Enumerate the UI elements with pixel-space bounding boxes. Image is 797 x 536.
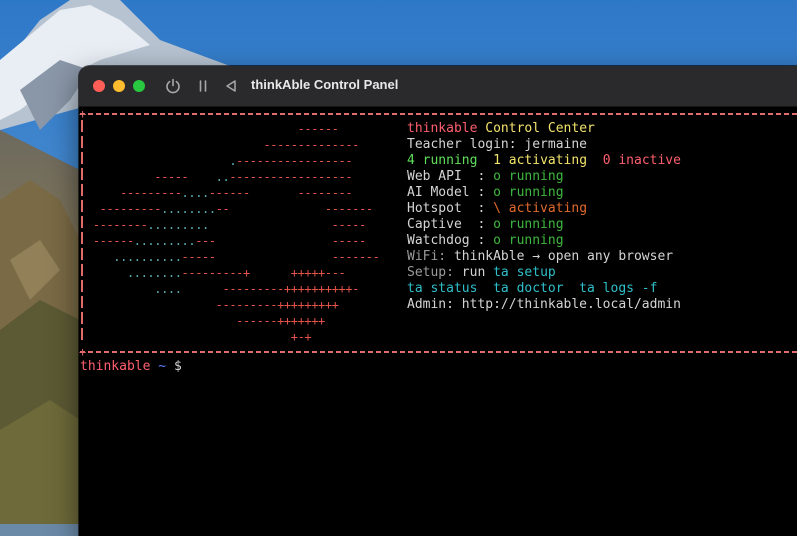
wifi-hint: WiFi: thinkAble → open any browser xyxy=(407,249,674,264)
window-title: thinkAble Control Panel xyxy=(251,77,399,92)
banner-border-left xyxy=(81,120,83,344)
status-panel: thinkable Control Center Teacher login: … xyxy=(407,121,681,313)
shell-prompt[interactable]: thinkable ~ $ xyxy=(80,359,182,375)
teacher-login: Teacher login: jermaine xyxy=(407,137,588,152)
banner-border-top xyxy=(80,113,797,115)
maximize-window-button[interactable] xyxy=(133,80,145,92)
service-row: Watchdog : o running xyxy=(407,233,564,248)
activating-count: 1 activating xyxy=(493,153,588,168)
ascii-art-logo: ------ -------------- .-----------------… xyxy=(86,122,380,344)
service-row: AI Model : o running xyxy=(407,185,564,200)
back-triangle-icon[interactable] xyxy=(222,77,240,95)
command-hints: ta status ta doctor ta logs -f xyxy=(407,281,658,296)
service-row: Web API : o running xyxy=(407,169,564,184)
running-count: 4 running xyxy=(407,153,478,168)
prompt-host: thinkable xyxy=(80,359,151,374)
service-row: Hotspot : \ activating xyxy=(407,201,588,216)
admin-url: Admin: http://thinkable.local/admin xyxy=(407,297,681,312)
terminal-output[interactable]: + ------ -------------- .---------------… xyxy=(79,107,797,536)
service-row: Captive : o running xyxy=(407,217,564,232)
prompt-symbol: $ xyxy=(173,359,182,374)
power-icon[interactable] xyxy=(164,77,182,95)
minimize-window-button[interactable] xyxy=(113,80,125,92)
pause-icon[interactable] xyxy=(194,77,212,95)
panel-heading: Control Center xyxy=(485,121,595,136)
window-titlebar[interactable]: thinkAble Control Panel xyxy=(79,66,797,107)
terminal-window: thinkAble Control Panel + ------ -------… xyxy=(79,66,797,536)
setup-hint: Setup: run ta setup xyxy=(407,265,556,280)
inactive-count: 0 inactive xyxy=(602,153,681,168)
prompt-path: ~ xyxy=(158,359,167,374)
banner-border-bottom xyxy=(80,351,797,353)
brand-name: thinkable xyxy=(407,121,478,136)
close-window-button[interactable] xyxy=(93,80,105,92)
